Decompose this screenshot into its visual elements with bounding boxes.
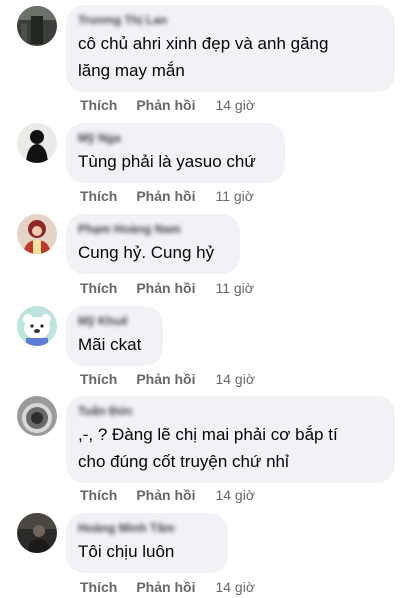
timestamp[interactable]: 11 giờ	[215, 188, 254, 204]
like-button[interactable]: Thích	[80, 487, 117, 503]
commenter-name[interactable]: Hoàng Minh Tâm	[78, 521, 216, 535]
user-avatar-night-icon	[17, 513, 57, 553]
avatar[interactable]	[17, 123, 57, 163]
comment-actions: Thích Phản hồi 11 giờ	[80, 188, 254, 204]
user-avatar-dark-icon	[17, 6, 57, 46]
reply-button[interactable]: Phản hồi	[136, 97, 195, 113]
comment-text: Cung hỷ. Cung hỷ	[78, 243, 215, 262]
user-avatar-silhouette-icon	[17, 123, 57, 163]
user-avatar-costume-icon	[17, 214, 57, 254]
comment-text-line: lăng may mắn	[78, 61, 185, 80]
timestamp[interactable]: 14 giờ	[215, 97, 255, 113]
comment-bubble: Mỹ Khuê Mãi ckat	[66, 306, 163, 366]
comment-actions: Thích Phản hồi 14 giờ	[80, 97, 255, 113]
timestamp[interactable]: 14 giờ	[215, 579, 255, 595]
comment-text: Mãi ckat	[78, 335, 142, 354]
timestamp[interactable]: 11 giờ	[215, 280, 254, 296]
comment-text: Tùng phải là yasuo chứ	[78, 152, 256, 171]
commenter-name[interactable]: Mỹ Khuê	[78, 314, 151, 328]
avatar[interactable]	[17, 214, 57, 254]
comment-actions: Thích Phản hồi 14 giờ	[80, 487, 255, 503]
commenter-name[interactable]: Mỹ Nga	[78, 131, 273, 145]
commenter-name[interactable]: Tuấn Đức	[78, 404, 383, 418]
comment-bubble: Hoàng Minh Tâm Tôi chịu luôn	[66, 513, 228, 573]
comment-text-line: cô chủ ahri xinh đẹp và anh găng	[78, 34, 329, 53]
timestamp[interactable]: 14 giờ	[215, 487, 255, 503]
like-button[interactable]: Thích	[80, 188, 117, 204]
comment-bubble: Mỹ Nga Tùng phải là yasuo chứ	[66, 123, 285, 183]
avatar[interactable]	[17, 306, 57, 346]
comment-text: ,-, ? Đàng lẽ chị mai phải cơ bắp tí cho…	[78, 421, 383, 475]
comment-text-line: cho đúng cốt truyện chứ nhỉ	[78, 452, 289, 471]
reply-button[interactable]: Phản hồi	[136, 579, 195, 595]
comment-text: Tôi chịu luôn	[78, 542, 175, 561]
comment-bubble: Phạm Hoàng Nam Cung hỷ. Cung hỷ	[66, 214, 240, 274]
comment-actions: Thích Phản hồi 11 giờ	[80, 280, 254, 296]
comment-bubble: Trương Thị Lan cô chủ ahri xinh đẹp và a…	[66, 5, 395, 92]
avatar[interactable]	[17, 396, 57, 436]
like-button[interactable]: Thích	[80, 97, 117, 113]
user-avatar-grey-icon	[17, 396, 57, 436]
commenter-name[interactable]: Trương Thị Lan	[78, 13, 383, 27]
like-button[interactable]: Thích	[80, 579, 117, 595]
like-button[interactable]: Thích	[80, 280, 117, 296]
bear-avatar-icon	[17, 306, 57, 346]
comment-text: cô chủ ahri xinh đẹp và anh găng lăng ma…	[78, 30, 383, 84]
reply-button[interactable]: Phản hồi	[136, 371, 195, 387]
avatar[interactable]	[17, 513, 57, 553]
comment-text-line: ,-, ? Đàng lẽ chị mai phải cơ bắp tí	[78, 425, 338, 444]
like-button[interactable]: Thích	[80, 371, 117, 387]
reply-button[interactable]: Phản hồi	[136, 188, 195, 204]
comment-bubble: Tuấn Đức ,-, ? Đàng lẽ chị mai phải cơ b…	[66, 396, 395, 483]
avatar[interactable]	[17, 6, 57, 46]
comment-actions: Thích Phản hồi 14 giờ	[80, 371, 255, 387]
reply-button[interactable]: Phản hồi	[136, 280, 195, 296]
reply-button[interactable]: Phản hồi	[136, 487, 195, 503]
commenter-name[interactable]: Phạm Hoàng Nam	[78, 222, 228, 236]
comment-actions: Thích Phản hồi 14 giờ	[80, 579, 255, 595]
timestamp[interactable]: 14 giờ	[215, 371, 255, 387]
